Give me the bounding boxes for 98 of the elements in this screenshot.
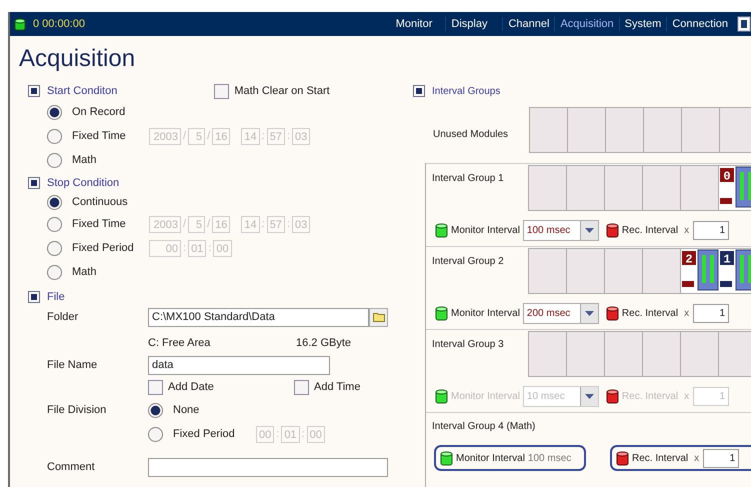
folder-icon	[372, 312, 384, 322]
radio-label: Math	[72, 154, 98, 166]
checkbox-label: Add Date	[168, 381, 215, 393]
monitor-interval-dropdown[interactable]: 200 msec	[522, 302, 599, 324]
radio-label: Fixed Time	[72, 218, 127, 230]
checkbox-label: Add Time	[314, 381, 360, 393]
rec-interval-label: Rec. Interval	[622, 224, 678, 236]
multiplier-sign: x	[684, 224, 690, 236]
radio-label: On Record	[72, 106, 126, 118]
nav-tab[interactable]: System	[618, 17, 666, 31]
page-icon[interactable]	[737, 16, 751, 32]
checkbox[interactable]	[294, 380, 309, 394]
file-name-field[interactable]: data	[148, 356, 330, 374]
field-label: Folder	[47, 311, 80, 323]
nav-tab[interactable]: Connection	[666, 17, 733, 31]
separator: /	[182, 130, 188, 142]
separator: :	[207, 242, 212, 254]
section-label: Start Conditon	[47, 85, 118, 97]
separator: /	[206, 130, 212, 142]
multiplier-sign: x	[694, 452, 700, 464]
dropdown-arrow-icon	[584, 228, 594, 232]
radio-button[interactable]	[47, 194, 62, 210]
radio-button[interactable]	[47, 264, 62, 280]
group-label: Interval Group 2	[431, 255, 505, 269]
status-cylinder-icon	[14, 18, 26, 30]
radio-button[interactable]	[47, 104, 62, 120]
monitor-cylinder-icon	[440, 450, 453, 466]
monitor-interval-label: Monitor Interval	[451, 390, 520, 402]
monitor-interval-label: Monitor Interval	[451, 308, 520, 318]
page-title: Acquisition	[18, 44, 136, 74]
section-checkbox[interactable]	[28, 291, 40, 303]
multiplier-sign: x	[684, 308, 690, 318]
module-drawing[interactable]: 2	[681, 249, 719, 293]
rec-interval-field[interactable]: 1	[693, 220, 730, 240]
separator: :	[286, 130, 291, 142]
radio-label: Fixed Period	[173, 428, 236, 440]
separator: :	[300, 428, 306, 440]
rec-interval-label: Rec. Interval	[632, 452, 688, 464]
rec-interval-label: Rec. Interval	[622, 390, 678, 402]
radio-button[interactable]	[148, 402, 163, 418]
group-label: Interval Group 4 (Math)	[431, 420, 536, 432]
free-area-label: C: Free Area	[148, 337, 212, 349]
separator: :	[260, 218, 266, 230]
section-label: Stop Condition	[47, 177, 120, 189]
monitor-cylinder-icon	[435, 222, 448, 238]
radio-label: Continuous	[72, 196, 129, 208]
radio-label: None	[173, 404, 200, 416]
separator: /	[206, 218, 212, 230]
record-cylinder-icon	[606, 388, 619, 404]
section-label: Interval Groups	[432, 86, 500, 96]
checkbox[interactable]	[214, 84, 230, 98]
multiplier-sign: x	[684, 390, 690, 402]
monitor-interval-label: Monitor Interval	[456, 452, 525, 464]
browse-button[interactable]	[369, 308, 388, 326]
group-label: Unused Modules	[432, 128, 510, 140]
module-drawing[interactable]: 1	[719, 249, 751, 293]
comment-field[interactable]	[148, 458, 388, 476]
monitor-interval-dropdown[interactable]: 100 msec	[522, 220, 599, 240]
rec-interval-field[interactable]: 1	[703, 448, 740, 468]
monitor-interval-label: Monitor Interval	[451, 224, 520, 236]
separator: :	[260, 130, 266, 142]
group-label: Interval Group 3	[431, 338, 505, 352]
field-label: File Name	[47, 359, 98, 371]
section-checkbox[interactable]	[28, 85, 40, 97]
separator: :	[286, 218, 291, 230]
record-cylinder-icon	[606, 222, 619, 238]
radio-button[interactable]	[47, 152, 62, 168]
section-label: File	[47, 291, 65, 303]
separator: :	[182, 242, 188, 254]
checkbox[interactable]	[148, 380, 163, 394]
radio-label: Fixed Time	[72, 130, 127, 142]
rec-interval-field[interactable]: 1	[693, 304, 730, 322]
record-cylinder-icon	[616, 450, 629, 466]
field-label: Comment	[47, 461, 96, 473]
folder-field[interactable]: C:\MX100 Standard\Data	[148, 308, 369, 326]
rec-interval-label: Rec. Interval	[622, 308, 678, 318]
radio-label: Math	[72, 266, 98, 278]
separator: /	[182, 218, 188, 230]
free-area-value: 16.2 GByte	[296, 337, 352, 349]
field-label: File Division	[47, 404, 108, 416]
group-label: Interval Group 1	[431, 172, 505, 186]
record-cylinder-icon	[606, 306, 619, 320]
nav-tab[interactable]: Acquisition	[554, 17, 619, 31]
elapsed-time: 0 00:00:00	[33, 18, 85, 30]
nav-tab[interactable]: Display	[445, 17, 492, 31]
monitor-interval-value: 100 msec	[528, 452, 572, 464]
nav-tab[interactable]: Channel	[502, 17, 554, 31]
monitor-cylinder-icon	[435, 306, 448, 320]
radio-label: Fixed Period	[72, 242, 135, 254]
section-checkbox[interactable]	[28, 177, 40, 189]
nav-tab[interactable]: Monitor	[390, 17, 438, 31]
dropdown-arrow-icon	[584, 394, 594, 398]
dropdown-arrow-icon	[584, 310, 594, 316]
module-drawing[interactable]: 0	[719, 166, 751, 210]
section-checkbox[interactable]	[413, 85, 425, 97]
separator: :	[275, 428, 280, 440]
monitor-cylinder-icon	[435, 388, 448, 404]
checkbox-label: Math Clear on Start	[234, 85, 330, 97]
